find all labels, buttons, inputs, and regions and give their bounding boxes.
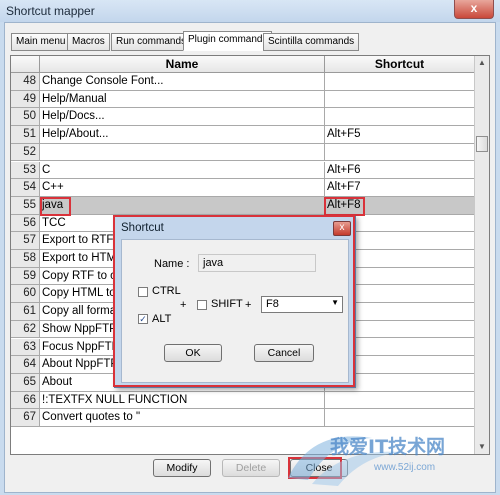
command-name: Change Console Font... bbox=[40, 73, 325, 91]
shift-label: SHIFT bbox=[211, 298, 243, 310]
scroll-up-arrow-icon[interactable]: ▲ bbox=[476, 57, 488, 69]
shortcut-value: Alt+F7 bbox=[325, 179, 475, 197]
row-number: 67 bbox=[11, 409, 40, 427]
tab-macros[interactable]: Macros bbox=[67, 33, 110, 51]
dialog-title: Shortcut bbox=[121, 222, 164, 234]
watermark: 我爱IT技术网 www.52ij.com bbox=[282, 418, 496, 490]
row-number: 49 bbox=[11, 90, 40, 109]
row-number: 62 bbox=[11, 320, 40, 339]
shortcut-value bbox=[325, 391, 475, 410]
plus-sign-2: + bbox=[245, 299, 252, 311]
name-label: Name : bbox=[154, 258, 190, 270]
shortcut-value: Alt+F6 bbox=[325, 161, 475, 180]
ctrl-label: CTRL bbox=[152, 285, 181, 297]
row-number: 53 bbox=[11, 161, 40, 180]
row-number: 63 bbox=[11, 338, 40, 357]
table-row[interactable]: 51 Help/About... Alt+F5 bbox=[11, 126, 475, 144]
dialog-body: Name : java CTRL ✓ ALT + SHIFT + F8 ▼ OK… bbox=[121, 239, 349, 383]
row-number: 59 bbox=[11, 267, 40, 286]
tab-run-commands[interactable]: Run commands bbox=[111, 33, 192, 51]
row-number: 51 bbox=[11, 126, 40, 144]
row-number-header bbox=[11, 56, 40, 73]
command-name: Help/About... bbox=[40, 126, 325, 144]
row-number: 66 bbox=[11, 391, 40, 410]
command-name: Help/Manual bbox=[40, 90, 325, 109]
table-row[interactable]: 66 !:TEXTFX NULL FUNCTION bbox=[11, 391, 475, 410]
shortcut-value bbox=[325, 108, 475, 127]
dialog-close-button[interactable]: x bbox=[333, 221, 351, 236]
row-number: 55 bbox=[11, 196, 40, 215]
tab-plugin-commands[interactable]: Plugin commands bbox=[183, 31, 273, 51]
dropdown-arrow-icon: ▼ bbox=[331, 298, 339, 307]
row-number: 48 bbox=[11, 73, 40, 91]
row-number: 54 bbox=[11, 179, 40, 197]
column-header-name[interactable]: Name bbox=[40, 56, 325, 73]
window-close-button[interactable]: x bbox=[454, 0, 494, 19]
shortcut-value bbox=[325, 73, 475, 91]
delete-button[interactable]: Delete bbox=[222, 459, 280, 477]
title-bar: Shortcut mapper x bbox=[0, 0, 500, 22]
command-name: Help/Docs... bbox=[40, 108, 325, 127]
row-number: 52 bbox=[11, 143, 40, 162]
shortcut-dialog: Shortcut x Name : java CTRL ✓ ALT + SHIF… bbox=[113, 215, 356, 388]
command-name: !:TEXTFX NULL FUNCTION bbox=[40, 391, 325, 410]
shift-checkbox[interactable] bbox=[197, 300, 207, 310]
row-number: 61 bbox=[11, 303, 40, 321]
modify-button[interactable]: Modify bbox=[153, 459, 211, 477]
window-title: Shortcut mapper bbox=[6, 4, 95, 18]
row-number: 64 bbox=[11, 356, 40, 374]
row-number: 60 bbox=[11, 285, 40, 304]
tab-scintilla-commands[interactable]: Scintilla commands bbox=[263, 33, 360, 51]
key-select-value: F8 bbox=[266, 298, 279, 310]
command-name: C++ bbox=[40, 179, 325, 197]
row-number: 57 bbox=[11, 232, 40, 250]
command-name: C bbox=[40, 161, 325, 180]
table-row[interactable]: 50 Help/Docs... bbox=[11, 108, 475, 127]
table-row[interactable]: 52 bbox=[11, 143, 475, 162]
cancel-button[interactable]: Cancel bbox=[254, 344, 314, 362]
table-row[interactable]: 55 java Alt+F8 bbox=[11, 196, 475, 215]
command-name bbox=[40, 143, 325, 162]
table-row[interactable]: 48 Change Console Font... bbox=[11, 73, 475, 91]
vertical-scrollbar[interactable]: ▲ ▼ bbox=[474, 56, 489, 454]
command-name: java bbox=[40, 196, 325, 215]
shortcut-value bbox=[325, 143, 475, 162]
row-number: 58 bbox=[11, 250, 40, 268]
shortcut-value bbox=[325, 90, 475, 109]
row-number: 65 bbox=[11, 373, 40, 392]
check-mark-icon: ✓ bbox=[139, 314, 147, 324]
table-row[interactable]: 53 C Alt+F6 bbox=[11, 161, 475, 180]
scrollbar-thumb[interactable] bbox=[476, 136, 488, 152]
watermark-brand: 我爱IT技术网 bbox=[330, 436, 446, 458]
shortcut-value: Alt+F8 bbox=[325, 196, 475, 215]
shortcut-mapper-window: Shortcut mapper x Main menu Macros Run c… bbox=[0, 0, 500, 495]
alt-checkbox[interactable]: ✓ bbox=[138, 314, 148, 324]
row-number: 56 bbox=[11, 214, 40, 233]
ctrl-checkbox[interactable] bbox=[138, 287, 148, 297]
key-select[interactable]: F8 ▼ bbox=[261, 296, 343, 313]
name-field[interactable]: java bbox=[198, 254, 316, 272]
tab-main-menu[interactable]: Main menu bbox=[11, 33, 71, 51]
table-row[interactable]: 49 Help/Manual bbox=[11, 90, 475, 109]
watermark-url: www.52ij.com bbox=[374, 462, 436, 473]
plus-sign: + bbox=[180, 299, 187, 311]
alt-label: ALT bbox=[152, 313, 172, 325]
ok-button[interactable]: OK bbox=[164, 344, 222, 362]
table-row[interactable]: 54 C++ Alt+F7 bbox=[11, 179, 475, 197]
column-header-shortcut[interactable]: Shortcut bbox=[325, 56, 475, 73]
shortcut-value: Alt+F5 bbox=[325, 126, 475, 144]
row-number: 50 bbox=[11, 108, 40, 127]
